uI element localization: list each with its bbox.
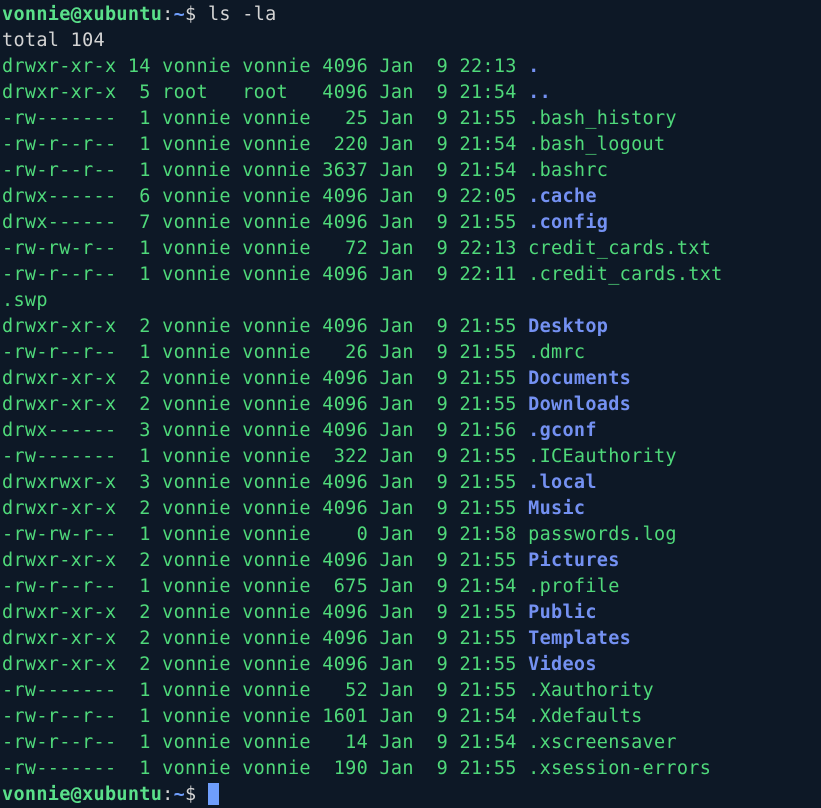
terminal-output[interactable]: vonnie@xubuntu:~$ ls -latotal 104drwxr-x… <box>2 2 821 808</box>
ls-row-attrs: drwxrwxr-x 3 vonnie vonnie 4096 Jan 9 21… <box>2 472 528 493</box>
ls-row: drwxr-xr-x 14 vonnie vonnie 4096 Jan 9 2… <box>2 54 821 80</box>
ls-row-attrs: -rw-r--r-- 1 vonnie vonnie 220 Jan 9 21:… <box>2 134 528 155</box>
ls-row-attrs: drwx------ 6 vonnie vonnie 4096 Jan 9 22… <box>2 186 528 207</box>
ls-filename: .. <box>528 82 551 103</box>
ls-row-attrs: drwxr-xr-x 5 root root 4096 Jan 9 21:54 <box>2 82 528 103</box>
ls-row: drwxr-xr-x 2 vonnie vonnie 4096 Jan 9 21… <box>2 626 821 652</box>
prompt-line[interactable]: vonnie@xubuntu:~$ <box>2 782 821 808</box>
ls-filename: Desktop <box>528 316 608 337</box>
ls-row: -rw-r--r-- 1 vonnie vonnie 220 Jan 9 21:… <box>2 132 821 158</box>
ls-row-attrs: drwxr-xr-x 2 vonnie vonnie 4096 Jan 9 21… <box>2 316 528 337</box>
prompt-path: ~ <box>174 4 185 25</box>
ls-row: -rw-r--r-- 1 vonnie vonnie 3637 Jan 9 21… <box>2 158 821 184</box>
ls-row-attrs: drwxr-xr-x 2 vonnie vonnie 4096 Jan 9 21… <box>2 498 528 519</box>
ls-filename: Documents <box>528 368 631 389</box>
ls-row: drwx------ 3 vonnie vonnie 4096 Jan 9 21… <box>2 418 821 444</box>
ls-row: -rw------- 1 vonnie vonnie 25 Jan 9 21:5… <box>2 106 821 132</box>
prompt-separator: : <box>162 4 173 25</box>
ls-row: drwxr-xr-x 2 vonnie vonnie 4096 Jan 9 21… <box>2 496 821 522</box>
ls-filename: .Xauthority <box>528 680 654 701</box>
ls-row: drwxr-xr-x 2 vonnie vonnie 4096 Jan 9 21… <box>2 548 821 574</box>
ls-filename: Music <box>528 498 585 519</box>
ls-filename: .credit_cards.txt <box>528 264 722 285</box>
ls-row: drwxrwxr-x 3 vonnie vonnie 4096 Jan 9 21… <box>2 470 821 496</box>
ls-row-attrs: drwx------ 3 vonnie vonnie 4096 Jan 9 21… <box>2 420 528 441</box>
ls-filename: Downloads <box>528 394 631 415</box>
ls-row-attrs: -rw------- 1 vonnie vonnie 190 Jan 9 21:… <box>2 758 528 779</box>
prompt-symbol: $ <box>185 784 208 805</box>
ls-row-attrs: drwxr-xr-x 2 vonnie vonnie 4096 Jan 9 21… <box>2 654 528 675</box>
ls-filename: .bashrc <box>528 160 608 181</box>
command-text: ls -la <box>208 4 277 25</box>
ls-filename: Videos <box>528 654 597 675</box>
ls-row: -rw-r--r-- 1 vonnie vonnie 4096 Jan 9 22… <box>2 262 821 288</box>
ls-row-attrs: -rw-r--r-- 1 vonnie vonnie 26 Jan 9 21:5… <box>2 342 528 363</box>
ls-row: -rw-r--r-- 1 vonnie vonnie 14 Jan 9 21:5… <box>2 730 821 756</box>
ls-row: -rw-r--r-- 1 vonnie vonnie 26 Jan 9 21:5… <box>2 340 821 366</box>
ls-row: drwx------ 6 vonnie vonnie 4096 Jan 9 22… <box>2 184 821 210</box>
prompt-symbol: $ <box>185 4 208 25</box>
ls-row: -rw------- 1 vonnie vonnie 52 Jan 9 21:5… <box>2 678 821 704</box>
cursor-icon <box>208 783 219 805</box>
ls-filename: .xscreensaver <box>528 732 677 753</box>
ls-row: -rw-rw-r-- 1 vonnie vonnie 72 Jan 9 22:1… <box>2 236 821 262</box>
ls-row: -rw------- 1 vonnie vonnie 190 Jan 9 21:… <box>2 756 821 782</box>
ls-row-wrap: .swp <box>2 288 821 314</box>
ls-filename: .ICEauthority <box>528 446 677 467</box>
ls-row-attrs: drwxr-xr-x 2 vonnie vonnie 4096 Jan 9 21… <box>2 550 528 571</box>
ls-filename: .xsession-errors <box>528 758 711 779</box>
ls-row: drwxr-xr-x 2 vonnie vonnie 4096 Jan 9 21… <box>2 652 821 678</box>
ls-row-attrs: drwxr-xr-x 2 vonnie vonnie 4096 Jan 9 21… <box>2 368 528 389</box>
ls-row-attrs: drwxr-xr-x 14 vonnie vonnie 4096 Jan 9 2… <box>2 56 528 77</box>
ls-filename: passwords.log <box>528 524 677 545</box>
ls-row: drwxr-xr-x 2 vonnie vonnie 4096 Jan 9 21… <box>2 600 821 626</box>
ls-filename: .bash_logout <box>528 134 665 155</box>
ls-row-attrs: drwxr-xr-x 2 vonnie vonnie 4096 Jan 9 21… <box>2 602 528 623</box>
ls-filename-wrap: .swp <box>2 290 48 311</box>
ls-row-attrs: -rw------- 1 vonnie vonnie 25 Jan 9 21:5… <box>2 108 528 129</box>
ls-row: drwxr-xr-x 5 root root 4096 Jan 9 21:54 … <box>2 80 821 106</box>
ls-filename: .Xdefaults <box>528 706 642 727</box>
total-line: total 104 <box>2 28 821 54</box>
ls-row-attrs: -rw------- 1 vonnie vonnie 322 Jan 9 21:… <box>2 446 528 467</box>
ls-row: drwxr-xr-x 2 vonnie vonnie 4096 Jan 9 21… <box>2 366 821 392</box>
prompt-user-host: vonnie@xubuntu <box>2 4 162 25</box>
ls-row-attrs: -rw------- 1 vonnie vonnie 52 Jan 9 21:5… <box>2 680 528 701</box>
ls-filename: .gconf <box>528 420 597 441</box>
ls-row: drwxr-xr-x 2 vonnie vonnie 4096 Jan 9 21… <box>2 392 821 418</box>
ls-row-attrs: drwxr-xr-x 2 vonnie vonnie 4096 Jan 9 21… <box>2 394 528 415</box>
ls-filename: credit_cards.txt <box>528 238 711 259</box>
ls-row: drwx------ 7 vonnie vonnie 4096 Jan 9 21… <box>2 210 821 236</box>
ls-row-attrs: -rw-r--r-- 1 vonnie vonnie 675 Jan 9 21:… <box>2 576 528 597</box>
ls-filename: Templates <box>528 628 631 649</box>
ls-filename: .profile <box>528 576 620 597</box>
ls-row: drwxr-xr-x 2 vonnie vonnie 4096 Jan 9 21… <box>2 314 821 340</box>
ls-filename: . <box>528 56 539 77</box>
command-line: vonnie@xubuntu:~$ ls -la <box>2 2 821 28</box>
prompt-separator: : <box>162 784 173 805</box>
ls-filename: Pictures <box>528 550 620 571</box>
ls-row: -rw-r--r-- 1 vonnie vonnie 1601 Jan 9 21… <box>2 704 821 730</box>
ls-row-attrs: -rw-r--r-- 1 vonnie vonnie 14 Jan 9 21:5… <box>2 732 528 753</box>
prompt-user-host: vonnie@xubuntu <box>2 784 162 805</box>
ls-row: -rw------- 1 vonnie vonnie 322 Jan 9 21:… <box>2 444 821 470</box>
ls-row: -rw-r--r-- 1 vonnie vonnie 675 Jan 9 21:… <box>2 574 821 600</box>
ls-row-attrs: drwx------ 7 vonnie vonnie 4096 Jan 9 21… <box>2 212 528 233</box>
ls-row-attrs: -rw-rw-r-- 1 vonnie vonnie 0 Jan 9 21:58 <box>2 524 528 545</box>
prompt-path: ~ <box>174 784 185 805</box>
ls-row-attrs: -rw-r--r-- 1 vonnie vonnie 3637 Jan 9 21… <box>2 160 528 181</box>
ls-row-attrs: -rw-rw-r-- 1 vonnie vonnie 72 Jan 9 22:1… <box>2 238 528 259</box>
ls-filename: .cache <box>528 186 597 207</box>
ls-filename: .config <box>528 212 608 233</box>
ls-row-attrs: -rw-r--r-- 1 vonnie vonnie 4096 Jan 9 22… <box>2 264 528 285</box>
ls-filename: .dmrc <box>528 342 585 363</box>
ls-filename: Public <box>528 602 597 623</box>
ls-row-attrs: -rw-r--r-- 1 vonnie vonnie 1601 Jan 9 21… <box>2 706 528 727</box>
ls-filename: .local <box>528 472 597 493</box>
ls-row-attrs: drwxr-xr-x 2 vonnie vonnie 4096 Jan 9 21… <box>2 628 528 649</box>
ls-filename: .bash_history <box>528 108 677 129</box>
ls-row: -rw-rw-r-- 1 vonnie vonnie 0 Jan 9 21:58… <box>2 522 821 548</box>
